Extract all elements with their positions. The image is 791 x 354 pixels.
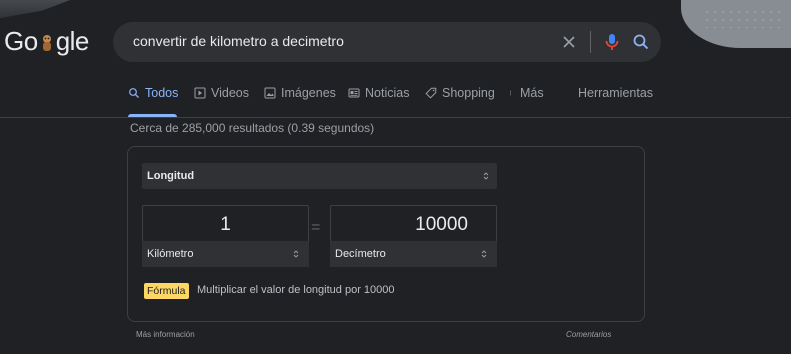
- formula-badge: Fórmula: [144, 283, 189, 299]
- doodle-decoration-left: [0, 0, 70, 18]
- formula-text: Multiplicar el valor de longitud por 100…: [197, 284, 395, 296]
- result-stats: Cerca de 285,000 resultados (0.39 segund…: [130, 121, 375, 135]
- select-arrows-icon: [293, 250, 299, 258]
- play-icon: [194, 87, 206, 99]
- tab-videos[interactable]: Videos: [194, 82, 249, 104]
- microphone-icon[interactable]: [603, 32, 621, 52]
- doodle-decoration-right: [681, 0, 791, 48]
- search-input[interactable]: convertir de kilometro a decimetro: [133, 33, 344, 49]
- tag-icon: [425, 87, 437, 99]
- select-arrows-icon: [481, 250, 487, 258]
- unit-category-select[interactable]: Longitud: [142, 163, 497, 189]
- to-value-field[interactable]: 10000 Decímetro: [330, 205, 497, 267]
- tab-noticias[interactable]: Noticias: [348, 82, 409, 104]
- doodle-icon: [42, 35, 51, 51]
- more-vert-icon: [510, 90, 511, 96]
- search-icon: [129, 88, 139, 98]
- tab-mas[interactable]: Más: [509, 82, 544, 104]
- select-arrows-icon: [483, 172, 489, 180]
- close-icon[interactable]: [559, 32, 579, 52]
- unit-converter-card: Longitud 1 Kilómetro = 10000 Decímetro F…: [127, 146, 645, 322]
- feedback-link[interactable]: Comentarios: [566, 330, 611, 339]
- from-value-field[interactable]: 1 Kilómetro: [142, 205, 309, 267]
- from-unit-label: Kilómetro: [147, 248, 194, 260]
- tab-shopping[interactable]: Shopping: [425, 82, 495, 104]
- search-icon[interactable]: [631, 32, 651, 52]
- more-info-link[interactable]: Más información: [136, 330, 195, 339]
- active-tab-indicator: [128, 114, 177, 117]
- tab-todos[interactable]: Todos: [128, 82, 178, 104]
- equals-sign: =: [311, 219, 321, 236]
- unit-category-label: Longitud: [147, 170, 195, 182]
- from-value-input[interactable]: 1: [143, 214, 308, 236]
- to-unit-select[interactable]: Decímetro: [330, 241, 497, 267]
- news-icon: [348, 88, 360, 98]
- tab-imagenes[interactable]: Imágenes: [264, 82, 336, 104]
- to-value-input[interactable]: 10000: [331, 214, 496, 236]
- search-divider: [590, 31, 591, 53]
- header: Go gle convertir de kilometro a decimetr…: [0, 0, 791, 118]
- to-unit-label: Decímetro: [335, 248, 386, 260]
- from-unit-select[interactable]: Kilómetro: [142, 241, 309, 267]
- tab-herramientas[interactable]: Herramientas: [578, 82, 653, 104]
- image-icon: [264, 87, 276, 99]
- search-bar[interactable]: convertir de kilometro a decimetro: [113, 22, 661, 62]
- google-logo[interactable]: Go gle: [4, 26, 89, 57]
